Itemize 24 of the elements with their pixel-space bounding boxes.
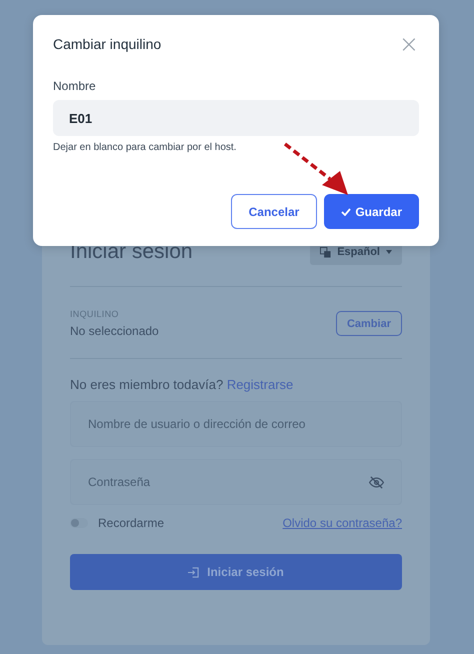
login-icon xyxy=(188,566,200,578)
username-field[interactable]: Nombre de usuario o dirección de correo xyxy=(70,401,402,447)
tenant-value: No seleccionado xyxy=(70,324,159,338)
password-field[interactable]: Contraseña xyxy=(70,459,402,505)
dialog-title: Cambiar inquilino xyxy=(53,36,162,52)
name-label: Nombre xyxy=(53,79,97,93)
login-title: Iniciar sesion xyxy=(70,239,193,265)
save-button[interactable]: Guardar xyxy=(324,194,419,229)
register-link[interactable]: Registrarse xyxy=(226,377,294,392)
change-button[interactable]: Cambiar xyxy=(336,311,402,336)
forgot-password-link[interactable]: Olvido su contraseña? xyxy=(282,516,402,530)
login-button[interactable]: Iniciar sesión xyxy=(70,554,402,590)
close-button[interactable]: × xyxy=(398,35,419,53)
hint-text: Dejar en blanco para cambiar por el host. xyxy=(53,142,238,153)
cancel-button[interactable]: Cancelar xyxy=(230,194,318,229)
remember-toggle[interactable] xyxy=(70,518,88,528)
arrow-drawing xyxy=(284,142,348,195)
register-text: No eres miembro todavía? Registrarse xyxy=(70,377,294,392)
remember-label: Recordarme xyxy=(98,516,164,530)
check-icon xyxy=(341,208,352,216)
caret-icon xyxy=(386,250,392,254)
translate-icon xyxy=(320,246,332,258)
eye-off-icon[interactable] xyxy=(369,476,384,488)
name-input[interactable]: E01 xyxy=(53,100,419,136)
